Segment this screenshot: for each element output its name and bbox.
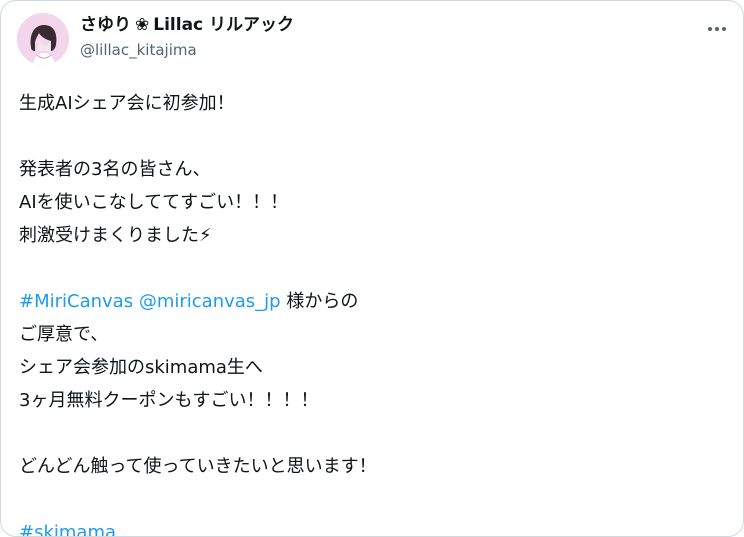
post-text: 生成AIシェア会に初参加！ 発表者の3名の皆さん、 AIを使いこなしててすごい！… [19, 87, 719, 536]
post-line: どんどん触って使っていきたいと思います！ [19, 456, 377, 477]
avatar[interactable] [17, 13, 69, 65]
display-name-prefix: さゆり [80, 15, 131, 35]
more-options-button[interactable] [705, 17, 729, 41]
post-line: #MiriCanvas @miricanvas_jp 様からの [19, 285, 719, 318]
post-line: シェア会参加のskimama生へ [19, 357, 263, 378]
avatar-illustration [17, 13, 69, 65]
post-card: さゆり ❀ Lillac リルアック @lillac_kitajima 生成AI… [0, 0, 744, 537]
clover-icon: ❀ [135, 15, 150, 35]
user-handle[interactable]: @lillac_kitajima [80, 39, 197, 61]
more-dot [722, 27, 726, 31]
more-horizontal-icon [708, 27, 712, 31]
hashtag-skimama[interactable]: #skimama [19, 522, 116, 536]
display-name-suffix: Lillac リルアック [153, 15, 295, 35]
post-line-rest: 様からの [280, 291, 359, 312]
post-line: AIを使いこなしててすごい！！！ [19, 192, 289, 213]
post-line: 刺激受けまくりました⚡ [19, 225, 212, 246]
post-line: 3ヶ月無料クーポンもすごい！！！！ [19, 390, 319, 411]
post-line: #skimama [19, 516, 719, 536]
hashtag-miricanvas[interactable]: #MiriCanvas [19, 291, 133, 312]
post-line: 発表者の3名の皆さん、 [19, 159, 211, 180]
more-dot [715, 27, 719, 31]
post-line: ご厚意で、 [19, 324, 109, 345]
display-name[interactable]: さゆり ❀ Lillac リルアック [80, 13, 294, 37]
post-line: 生成AIシェア会に初参加！ [19, 93, 235, 114]
mention-miricanvas-jp[interactable]: @miricanvas_jp [139, 291, 281, 312]
